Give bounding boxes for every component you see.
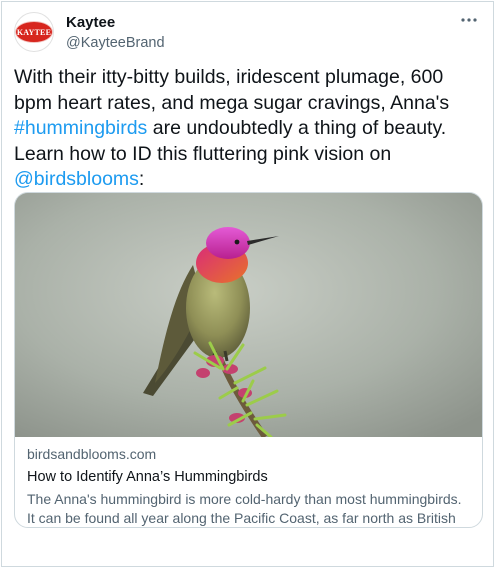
tweet-text-segment: With their itty-bitty builds, iridescent… xyxy=(14,66,450,114)
card-domain: birdsandblooms.com xyxy=(27,446,157,462)
card-title[interactable]: How to Identify Anna’s Hummingbirds xyxy=(27,468,470,487)
mention-link[interactable]: @birdsblooms xyxy=(14,168,139,190)
hummingbird-image[interactable] xyxy=(15,193,482,437)
kaytee-logo: KAYTEE xyxy=(15,21,53,43)
hashtag-link[interactable]: #hummingbirds xyxy=(14,117,147,139)
author-handle[interactable]: @KayteeBrand xyxy=(66,34,165,53)
logo-text: KAYTEE xyxy=(16,27,52,37)
tweet-header: KAYTEE Kaytee @KayteeBrand xyxy=(14,12,481,52)
link-preview-card[interactable]: birdsandblooms.com How to Identify Anna’… xyxy=(14,192,483,528)
card-meta: birdsandblooms.com How to Identify Anna’… xyxy=(15,437,482,527)
avatar[interactable]: KAYTEE xyxy=(14,12,54,52)
author-display-name[interactable]: Kaytee xyxy=(66,13,165,32)
more-horizontal-icon[interactable] xyxy=(457,10,481,30)
tweet-text: With their itty-bitty builds, iridescent… xyxy=(14,65,481,193)
author-names: Kaytee @KayteeBrand xyxy=(66,13,165,53)
card-description: The Anna's hummingbird is more cold-hard… xyxy=(27,491,462,526)
hummingbird-illustration xyxy=(15,193,482,437)
tweet-card[interactable]: KAYTEE Kaytee @KayteeBrand With their it… xyxy=(1,1,494,567)
tweet-text-segment: : xyxy=(138,168,145,190)
